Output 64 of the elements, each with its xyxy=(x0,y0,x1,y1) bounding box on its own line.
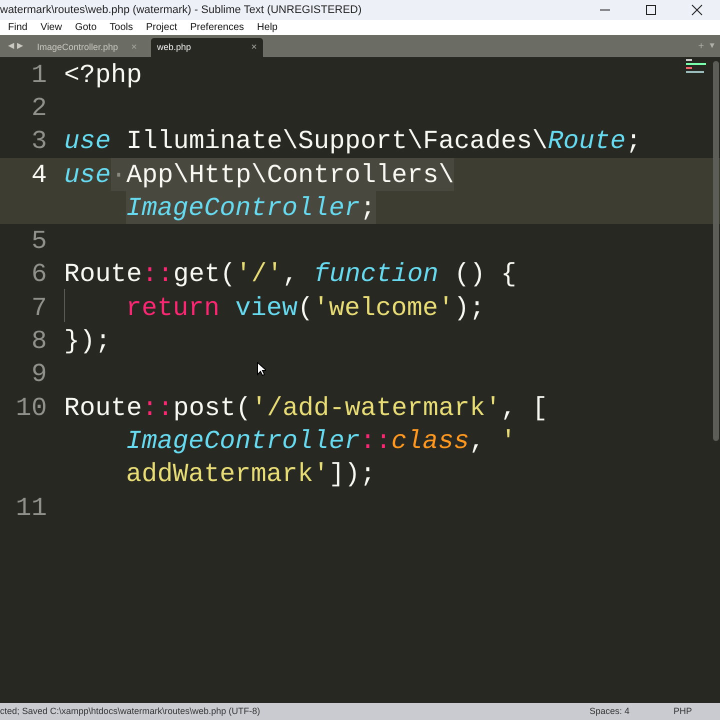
tab[interactable]: web.php × xyxy=(151,38,263,57)
menu-item[interactable]: Find xyxy=(8,20,28,35)
code-token: () { xyxy=(453,258,517,292)
code-token: ImageController xyxy=(126,191,360,224)
syntax-setting[interactable]: PHP xyxy=(673,704,692,718)
code-token: App\Http\Controllers\ xyxy=(126,158,454,192)
line-number: 11 xyxy=(16,494,47,520)
code-token: addWatermark' xyxy=(126,458,329,491)
code-token: :: xyxy=(360,424,392,458)
line-number: 8 xyxy=(31,328,47,354)
mouse-pointer-icon xyxy=(257,362,266,376)
menu-item[interactable]: Goto xyxy=(74,20,97,35)
code-token: :: xyxy=(142,392,174,424)
scrollbar-thumb[interactable] xyxy=(713,61,719,441)
code-token: 'welcome' xyxy=(313,292,454,324)
line-number: 9 xyxy=(31,361,47,388)
code-token: Route xyxy=(64,392,142,424)
tab-close[interactable]: × xyxy=(251,40,257,55)
code-token: · xyxy=(110,158,126,192)
code-token: ); xyxy=(454,292,485,324)
line-number: 6 xyxy=(31,261,47,288)
line-number: 7 xyxy=(31,294,47,321)
code-token: ; xyxy=(360,191,376,224)
code-token: , xyxy=(282,258,300,292)
window-title: watermark\routes\web.php (watermark) - Sublime Text (UNREGISTERED) xyxy=(0,2,362,18)
code-token: get( xyxy=(173,258,236,292)
menu-item[interactable]: Help xyxy=(257,20,278,35)
line-number: 1 xyxy=(31,62,47,88)
line-number: 10 xyxy=(16,394,47,421)
code-token: ; xyxy=(626,125,642,158)
line-number: 5 xyxy=(31,228,47,254)
line-number: 3 xyxy=(31,128,47,154)
code-token: use xyxy=(64,125,111,158)
code-token: ( xyxy=(298,292,314,324)
code-token: '/add-watermark' xyxy=(251,392,501,424)
code-token: :: xyxy=(142,258,174,292)
code-token: class xyxy=(391,424,470,458)
code-token: function xyxy=(314,258,439,292)
code-token: Route xyxy=(548,125,626,158)
code-token: , xyxy=(469,424,486,458)
code-token: view xyxy=(234,292,298,324)
code-token: Route xyxy=(64,258,142,292)
line-number: 2 xyxy=(31,94,47,121)
tab-label: ImageController.php xyxy=(37,40,118,54)
line-number: 4 xyxy=(31,162,47,188)
code-token: <?php xyxy=(64,58,142,92)
code-token: Illuminate\Support\Facades\ xyxy=(125,125,548,158)
menu-item[interactable]: Preferences xyxy=(190,20,244,35)
code-token: ' xyxy=(500,424,516,458)
menu-item[interactable]: View xyxy=(40,20,62,35)
indentation-setting[interactable]: Spaces: 4 xyxy=(589,704,630,718)
code-token: , [ xyxy=(500,392,548,424)
indent-guide xyxy=(64,289,65,322)
code-token: '/' xyxy=(236,258,282,292)
code-token: post( xyxy=(173,392,252,424)
code-token: }); xyxy=(64,325,111,358)
code-token: return xyxy=(126,292,220,324)
tab-label: web.php xyxy=(157,40,192,54)
code-token: ]); xyxy=(328,458,376,491)
status-message: cted; Saved C:\xampp\htdocs\watermark\routes\web.php (UTF-8) xyxy=(0,704,260,718)
code-token: ImageController xyxy=(126,424,360,458)
code-token: use xyxy=(64,158,111,192)
menu-item[interactable]: Tools xyxy=(110,20,133,35)
menu-item[interactable]: Project xyxy=(146,20,178,35)
